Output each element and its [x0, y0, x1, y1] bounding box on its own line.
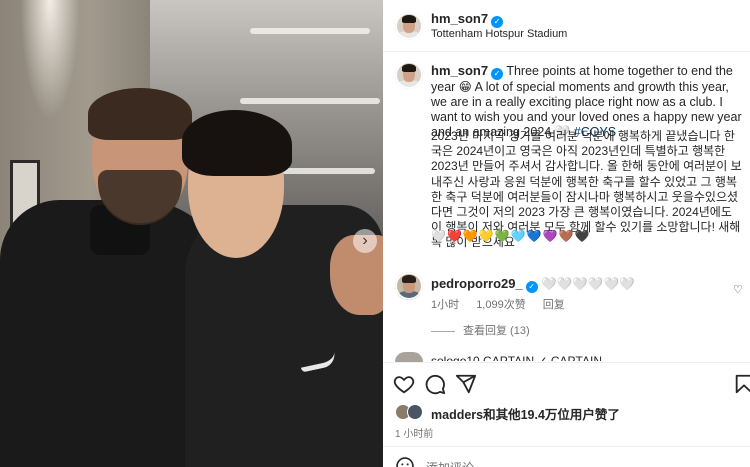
- comment: pedroporro29_ ✓ 🤍🤍🤍🤍🤍🤍: [431, 276, 731, 293]
- comment-meta: 1小时 1,099次赞 回复: [431, 296, 579, 312]
- view-replies-label[interactable]: 查看回复 (13): [463, 325, 530, 337]
- commenter-username[interactable]: pedroporro29_: [431, 276, 523, 291]
- comment-text: 🤍🤍🤍🤍🤍🤍: [541, 277, 635, 291]
- person-right-hair: [182, 110, 292, 176]
- next-arrow-icon[interactable]: ›: [353, 229, 377, 253]
- view-replies[interactable]: 查看回复 (13): [431, 322, 530, 338]
- wall-light: [20, 0, 80, 120]
- verified-badge-icon: ✓: [491, 68, 504, 80]
- caption-avatar[interactable]: [395, 61, 423, 89]
- action-bar: [383, 362, 750, 402]
- comment-likes[interactable]: 1,099次赞: [476, 299, 526, 311]
- share-icon[interactable]: [455, 373, 477, 395]
- liker-avatar[interactable]: [407, 404, 423, 420]
- likes-summary[interactable]: madders和其他19.4万位用户赞了: [431, 404, 620, 423]
- verified-badge-icon: ✓: [491, 16, 504, 28]
- post-photo[interactable]: ›: [0, 0, 383, 467]
- emoji-icon[interactable]: [395, 456, 415, 467]
- next-commenter-avatar[interactable]: [395, 352, 423, 362]
- ceiling-light: [240, 98, 380, 104]
- cut-off-comment: sologo10 CAPTAIN ✓ CAPTAIN: [431, 354, 602, 361]
- ceiling-light: [250, 28, 370, 34]
- author-username[interactable]: hm_son7: [431, 11, 488, 26]
- post-timestamp: 1 小时前: [395, 429, 434, 440]
- commenter-avatar[interactable]: [395, 272, 423, 300]
- replies-divider: [431, 330, 455, 332]
- comment-reply-button[interactable]: 回复: [543, 299, 565, 311]
- verified-badge-icon: ✓: [525, 281, 538, 293]
- post-side-panel: hm_son7 ✓ Tottenham Hotspur Stadium hm_so…: [383, 0, 750, 467]
- post-location[interactable]: Tottenham Hotspur Stadium: [431, 28, 567, 40]
- caption-username[interactable]: hm_son7: [431, 63, 488, 78]
- comment-time: 1小时: [431, 299, 460, 311]
- post-header: hm_son7 ✓ Tottenham Hotspur Stadium: [383, 0, 750, 52]
- bookmark-icon[interactable]: [733, 373, 750, 395]
- caption-hearts: 🤍❤️🧡💛💚🩵💙💜🤎🖤: [431, 229, 591, 243]
- add-comment-bar: 添加评论...: [383, 446, 750, 467]
- add-comment-input[interactable]: 添加评论...: [426, 459, 484, 467]
- person-left-hair: [88, 88, 192, 140]
- comment-like-heart-icon[interactable]: ♡: [733, 283, 743, 296]
- heart-icon[interactable]: [393, 373, 415, 395]
- comment-icon[interactable]: [424, 373, 446, 395]
- author-avatar[interactable]: [395, 12, 423, 40]
